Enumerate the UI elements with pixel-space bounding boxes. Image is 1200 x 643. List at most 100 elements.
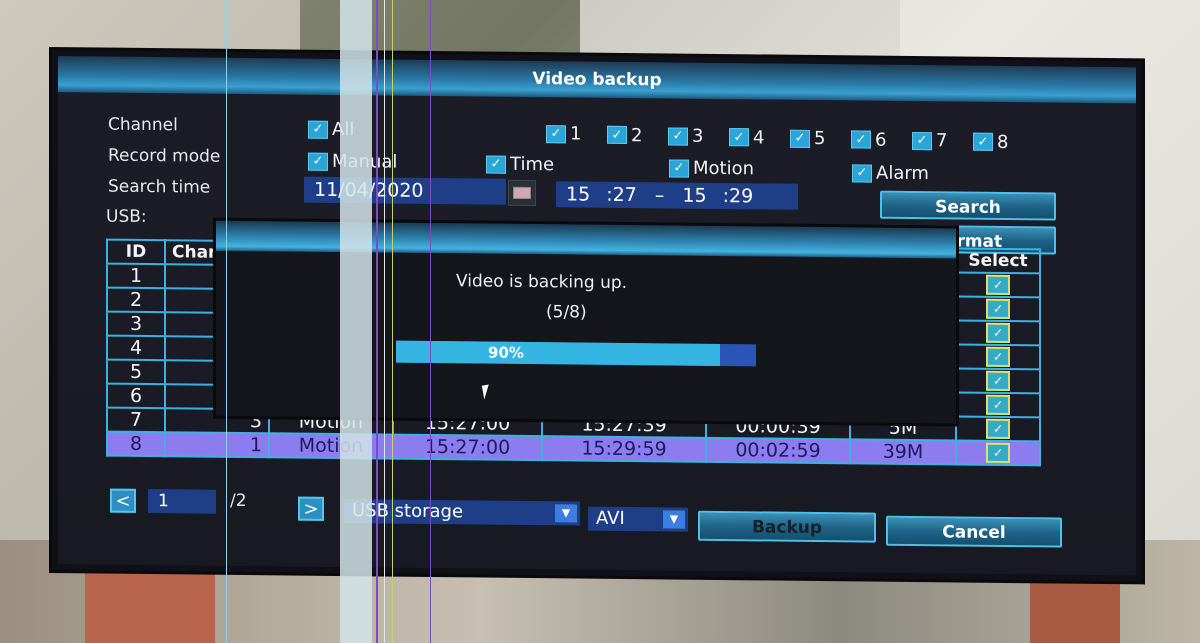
check-icon: ✓ [992,397,1004,412]
header-select: Select [956,248,1040,274]
channel-label: 4 [753,126,765,148]
screen-glitch-line [376,0,378,643]
next-page-button[interactable]: > [298,496,324,521]
date-field[interactable]: 11/04/2020 [304,176,506,205]
channel-5-checkbox[interactable]: ✓ 5 [790,128,825,149]
page-total: /2 [230,490,247,512]
select-checkbox[interactable]: ✓ [986,394,1010,416]
progress-label: 90% [488,343,524,362]
window-title: Video backup [58,56,1136,104]
storage-device-dropdown[interactable]: USB storage ▼ [344,499,580,526]
record-mode-alarm-checkbox[interactable]: ✓ Alarm [852,162,929,184]
cell-select: ✓ [956,296,1040,322]
channel-7-checkbox[interactable]: ✓ 7 [912,130,947,151]
check-icon: ✓ [851,130,871,149]
page-number-field[interactable]: 1 [148,489,216,514]
channel-label: 7 [936,130,948,152]
channel-label: 8 [997,131,1009,153]
search-time-label: Search time [108,176,211,198]
select-checkbox[interactable]: ✓ [986,418,1010,440]
channel-label: 3 [692,125,704,147]
check-icon: ✓ [992,349,1004,364]
channel-4-checkbox[interactable]: ✓ 4 [729,127,764,148]
check-icon: ✓ [668,126,688,146]
cell-id: 2 [107,287,165,313]
cell-select: ✓ [956,440,1040,466]
cell-id: 5 [107,359,165,385]
chevron-down-icon: ▼ [555,504,577,523]
channel-label: 2 [631,124,643,146]
check-icon: ✓ [992,373,1004,388]
channel-label: Channel [108,114,178,136]
record-mode-time-label: Time [510,153,555,176]
channel-8-checkbox[interactable]: ✓ 8 [973,131,1009,153]
time-separator: – [654,184,665,207]
record-mode-motion-label: Motion [693,157,755,180]
cell-type: Motion [269,433,393,459]
check-icon: ✓ [669,158,689,178]
cell-id: 4 [107,335,165,361]
check-icon: ✓ [992,445,1004,460]
select-checkbox[interactable]: ✓ [986,346,1010,368]
screen-glitch-stripe [340,0,372,643]
cell-select: ✓ [956,272,1040,298]
record-mode-time-checkbox[interactable]: ✓ Time [486,153,555,176]
dialog-titlebar [216,220,956,259]
check-icon: ✓ [546,124,566,143]
cancel-button[interactable]: Cancel [886,515,1062,548]
select-checkbox[interactable]: ✓ [986,442,1010,464]
time-range-field[interactable]: 15 :27 – 15 :29 [556,181,798,210]
cell-id: 1 [107,263,165,289]
cell-select: ✓ [956,368,1040,394]
cell-id: 3 [107,311,165,337]
end-minute[interactable]: :29 [723,185,754,207]
backup-progress-dialog: Video is backing up. (5/8) 90% [213,217,959,427]
select-checkbox[interactable]: ✓ [986,370,1010,392]
screen-glitch-line [384,0,385,643]
cell-select: ✓ [956,392,1040,418]
cell-select: ✓ [956,320,1040,346]
calendar-icon[interactable] [508,179,536,207]
backup-button[interactable]: Backup [698,510,876,543]
screen-glitch-line [392,0,393,643]
check-icon: ✓ [992,301,1004,316]
channel-label: 6 [875,129,887,151]
file-format-dropdown[interactable]: AVI ▼ [588,506,688,532]
select-checkbox[interactable]: ✓ [986,298,1010,320]
end-hour[interactable]: 15 [682,185,706,207]
check-icon: ✓ [308,120,328,139]
check-icon: ✓ [729,128,749,147]
check-icon: ✓ [992,325,1004,340]
search-button[interactable]: Search [880,190,1056,221]
cell-select: ✓ [956,344,1040,370]
backup-file-count: (5/8) [546,302,587,323]
select-checkbox[interactable]: ✓ [986,274,1010,296]
check-icon: ✓ [973,132,993,151]
channel-3-checkbox[interactable]: ✓ 3 [668,125,704,147]
file-format-value: AVI [596,507,625,529]
channel-label: 5 [814,127,826,150]
prev-page-button[interactable]: < [110,488,136,513]
select-checkbox[interactable]: ✓ [986,322,1010,344]
monitor-screen: Video backup Channel ✓ All ✓1✓2✓3✓4✓5✓6✓… [52,50,1142,582]
check-icon: ✓ [992,277,1004,292]
channel-6-checkbox[interactable]: ✓ 6 [851,129,886,150]
backup-progress-bar: 90% [396,340,756,367]
check-icon: ✓ [852,163,872,183]
channel-1-checkbox[interactable]: ✓ 1 [546,123,581,145]
cell-id: 7 [107,407,165,433]
check-icon: ✓ [912,131,932,150]
cell-size: 39M [850,439,956,465]
channel-2-checkbox[interactable]: ✓ 2 [607,124,643,146]
cell-start: 15:27:00 [393,434,542,461]
backup-status-message: Video is backing up. [456,271,628,294]
record-mode-label: Record mode [108,145,221,167]
start-hour[interactable]: 15 [566,183,590,205]
cell-id: 6 [107,383,165,409]
record-mode-alarm-label: Alarm [876,162,929,185]
record-mode-motion-checkbox[interactable]: ✓ Motion [669,157,754,179]
cell-length: 00:02:59 [706,437,850,464]
screen-glitch-line [430,0,431,643]
start-minute[interactable]: :27 [606,184,637,206]
check-icon: ✓ [607,125,627,145]
